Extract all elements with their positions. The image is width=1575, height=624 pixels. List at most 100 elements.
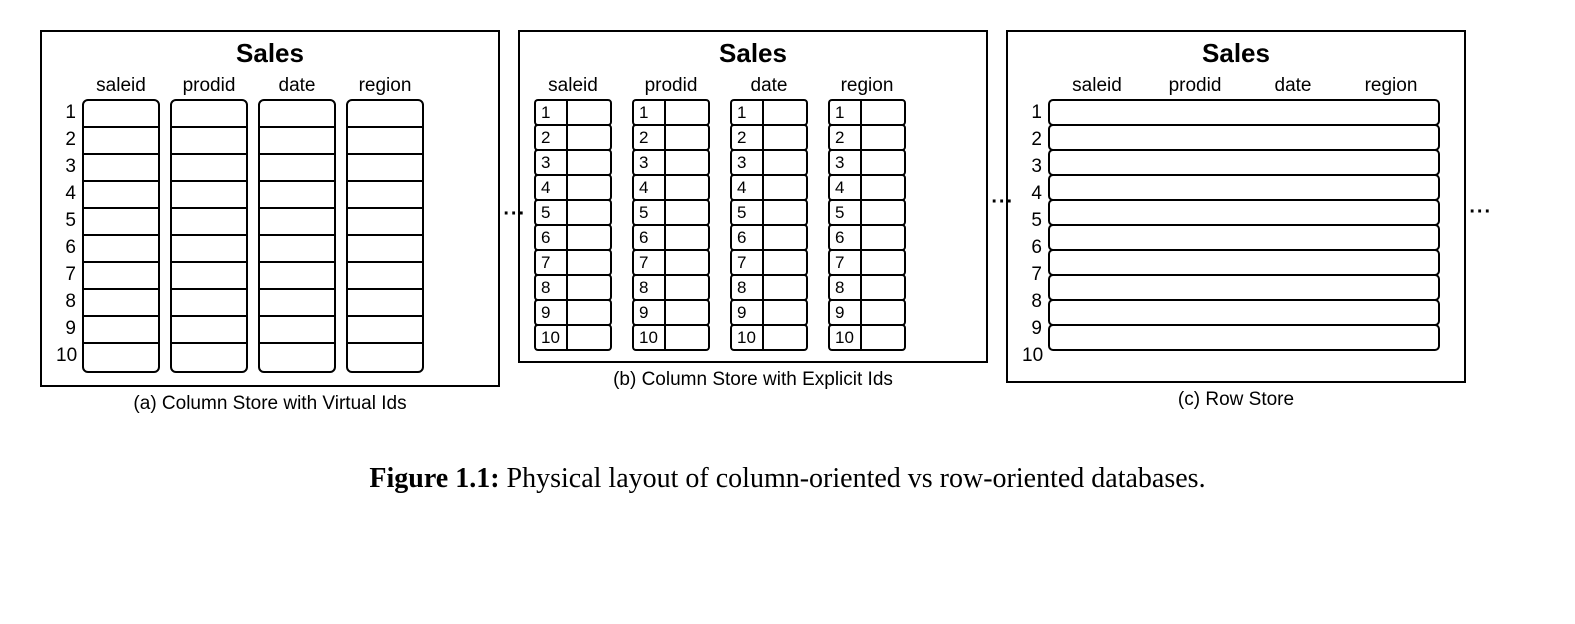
table-row: [1048, 124, 1440, 151]
cell: 5: [828, 199, 906, 226]
cell: [172, 317, 246, 344]
explicit-id: 10: [730, 324, 762, 351]
row-number: 6: [1022, 234, 1042, 261]
column-header: region: [359, 71, 412, 99]
cell: 1: [828, 99, 906, 126]
explicit-id: 3: [730, 149, 762, 176]
column-header: prodid: [183, 71, 236, 99]
row-number: 4: [56, 180, 76, 207]
explicit-id: 2: [534, 124, 566, 151]
cell: [84, 344, 158, 371]
row-number: 4: [1022, 180, 1042, 207]
cell: [84, 263, 158, 290]
value-cell: [762, 299, 808, 326]
cell: [260, 236, 334, 263]
explicit-id: 8: [632, 274, 664, 301]
explicit-id: 4: [828, 174, 860, 201]
cell: [84, 290, 158, 317]
row-number: 2: [56, 126, 76, 153]
explicit-id: 10: [828, 324, 860, 351]
value-cell: [860, 324, 906, 351]
value-cell: [762, 124, 808, 151]
panel-c-rows: [1048, 99, 1440, 349]
value-cell: [664, 99, 710, 126]
cell: [172, 236, 246, 263]
value-cell: [664, 124, 710, 151]
column-saleid: saleid12345678910: [534, 71, 612, 349]
value-cell: [566, 224, 612, 251]
row-number: 5: [1022, 207, 1042, 234]
cell: 5: [632, 199, 710, 226]
cell: 8: [534, 274, 612, 301]
panel-b-columns: saleid12345678910prodid12345678910date12…: [534, 71, 972, 349]
row-number: 2: [1022, 126, 1042, 153]
cell: 9: [534, 299, 612, 326]
value-cell: [762, 274, 808, 301]
table-row: [1048, 299, 1440, 326]
cell: 8: [730, 274, 808, 301]
column-box: [258, 99, 336, 373]
cell: [172, 155, 246, 182]
cell: [348, 155, 422, 182]
panel-b: Sales saleid12345678910prodid12345678910…: [518, 30, 988, 363]
panel-c-headers: saleidprodiddateregion: [1048, 71, 1440, 99]
cell: [348, 263, 422, 290]
value-cell: [860, 124, 906, 151]
panel-a-title: Sales: [56, 38, 484, 69]
cell: 1: [534, 99, 612, 126]
value-cell: [566, 299, 612, 326]
cell: [84, 317, 158, 344]
panel-b-title: Sales: [534, 38, 972, 69]
explicit-id: 1: [534, 99, 566, 126]
cell: 8: [828, 274, 906, 301]
value-cell: [860, 299, 906, 326]
panel-c: Sales 12345678910 saleidprodiddateregion…: [1006, 30, 1466, 383]
explicit-id: 6: [730, 224, 762, 251]
explicit-id: 4: [534, 174, 566, 201]
panel-a-columns: saleidprodiddateregion: [82, 71, 424, 373]
cell: 3: [828, 149, 906, 176]
panel-a-caption: (a) Column Store with Virtual Ids: [133, 393, 406, 415]
value-cell: [860, 274, 906, 301]
cell: 10: [730, 324, 808, 351]
table-row: [1048, 249, 1440, 276]
ellipsis-icon: ...: [1469, 195, 1492, 218]
cell: [260, 317, 334, 344]
value-cell: [566, 149, 612, 176]
cell: [260, 209, 334, 236]
panel-c-wrap: Sales 12345678910 saleidprodiddateregion…: [1006, 30, 1466, 415]
cell: [84, 209, 158, 236]
figure-number: Figure 1.1:: [369, 463, 499, 494]
cell: 3: [730, 149, 808, 176]
value-cell: [860, 149, 906, 176]
cell: 1: [730, 99, 808, 126]
cell: 2: [534, 124, 612, 151]
row-number: 10: [1022, 342, 1042, 369]
panel-b-caption: (b) Column Store with Explicit Ids: [613, 369, 893, 391]
table-row: [1048, 224, 1440, 251]
panel-a-row-numbers: 12345678910: [56, 71, 82, 369]
value-cell: [664, 174, 710, 201]
diagram-panels: Sales 12345678910 saleidprodiddateregion…: [40, 30, 1535, 415]
value-cell: [762, 249, 808, 276]
value-cell: [566, 274, 612, 301]
explicit-id: 9: [828, 299, 860, 326]
cell: [348, 344, 422, 371]
cell: 6: [632, 224, 710, 251]
column-header: date: [1244, 75, 1342, 97]
row-number: 5: [56, 207, 76, 234]
value-cell: [664, 299, 710, 326]
row-number: 9: [56, 315, 76, 342]
value-cell: [664, 199, 710, 226]
cell: [348, 101, 422, 128]
row-number: 10: [56, 342, 76, 369]
table-row: [1048, 149, 1440, 176]
cell: 1: [632, 99, 710, 126]
value-cell: [566, 99, 612, 126]
column-header: prodid: [1146, 75, 1244, 97]
table-row: [1048, 199, 1440, 226]
value-cell: [762, 99, 808, 126]
cell: 10: [534, 324, 612, 351]
column-header: saleid: [96, 71, 146, 99]
explicit-id: 4: [632, 174, 664, 201]
